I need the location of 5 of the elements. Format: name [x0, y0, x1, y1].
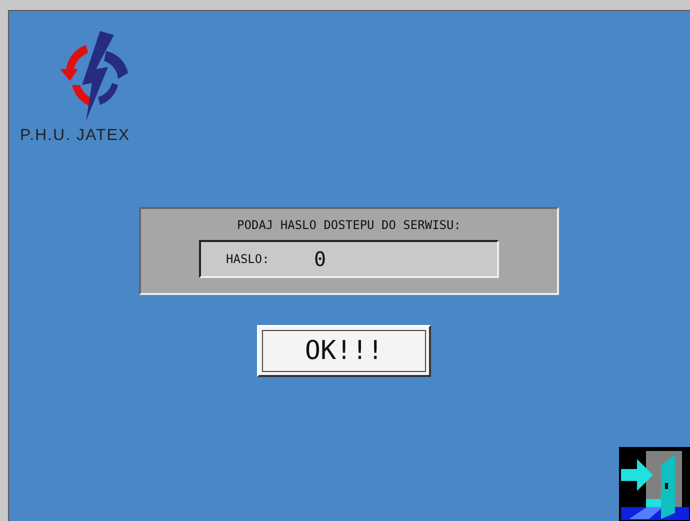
ok-button[interactable]: OK!!!: [257, 325, 431, 377]
password-prompt: PODAJ HASLO DOSTEPU DO SERWISU:: [237, 218, 461, 232]
password-field[interactable]: HASLO: 0: [199, 240, 499, 278]
company-name: P.H.U. JATEX: [20, 127, 130, 145]
exit-door-icon[interactable]: [619, 447, 690, 521]
